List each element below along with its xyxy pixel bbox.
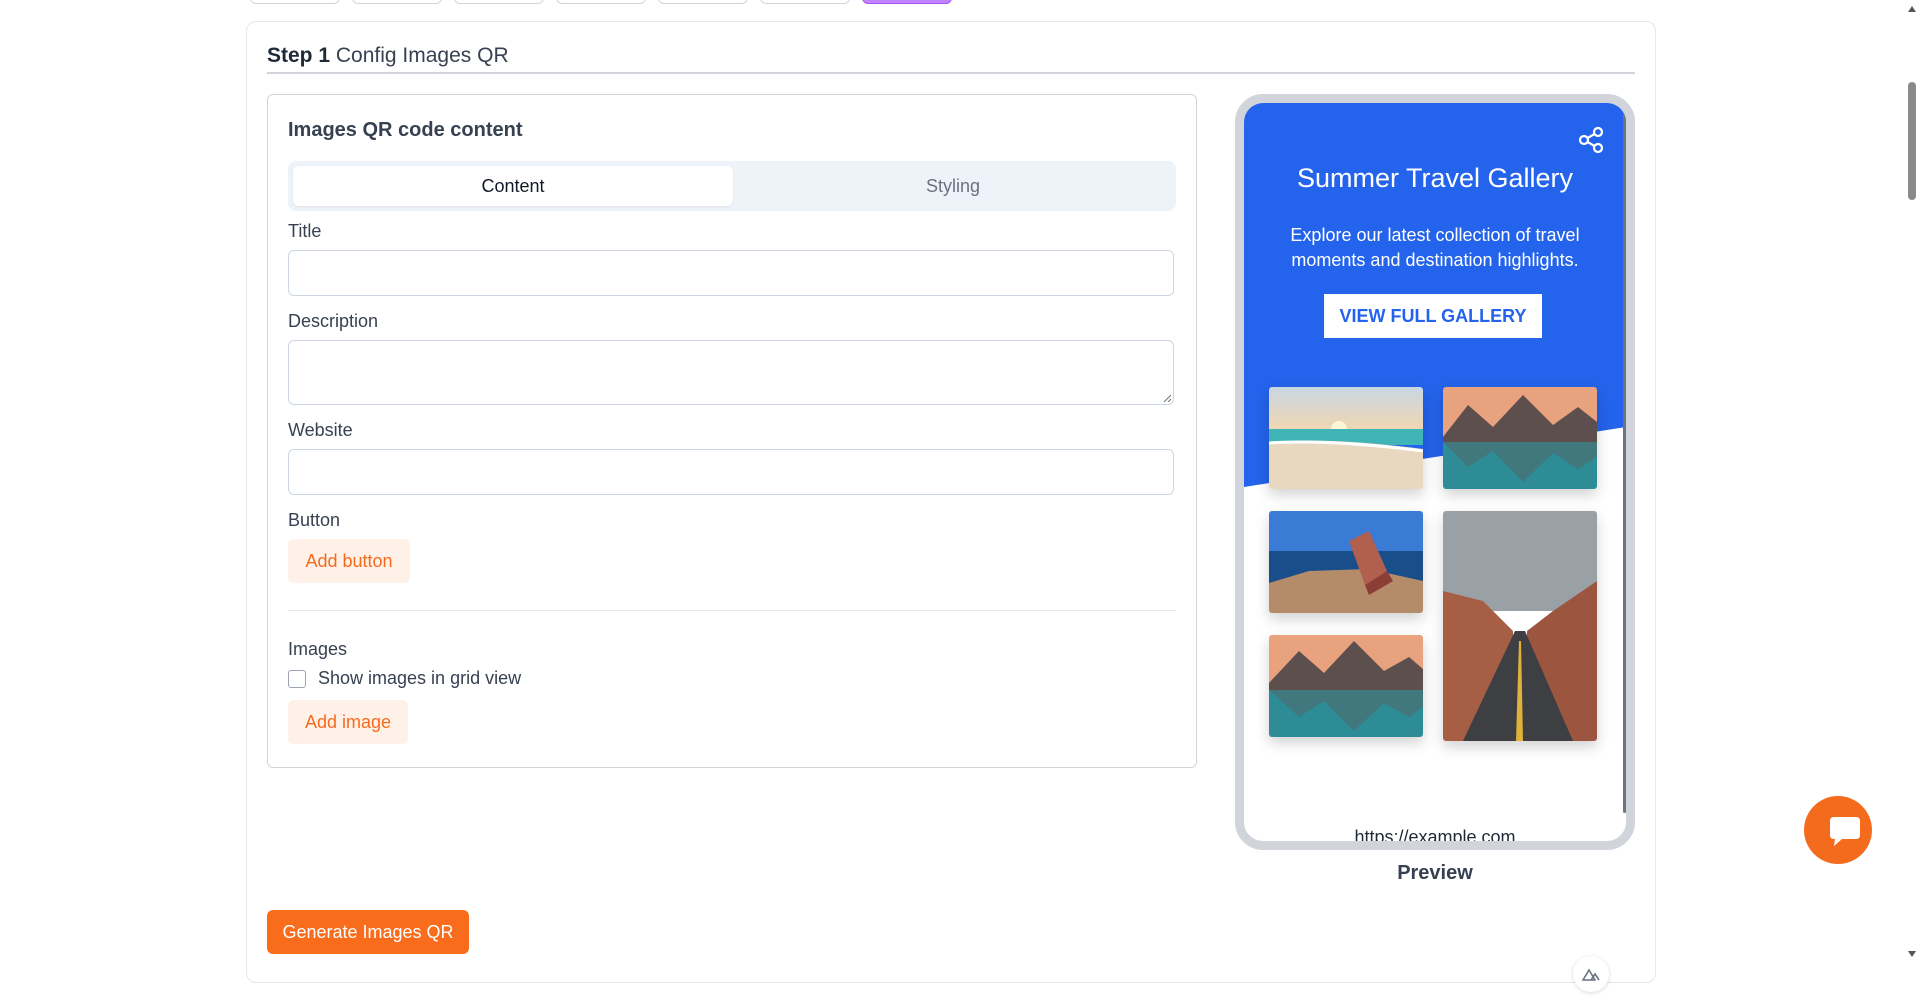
- add-image-button[interactable]: Add image: [288, 700, 408, 744]
- description-textarea[interactable]: [288, 340, 1174, 405]
- title-input[interactable]: [288, 250, 1174, 296]
- add-button-button[interactable]: Add button: [288, 539, 410, 583]
- grid-view-checkbox[interactable]: [288, 670, 306, 688]
- preview-url[interactable]: https://example.com: [1244, 827, 1626, 841]
- top-tab-active[interactable]: [862, 0, 952, 4]
- top-tab[interactable]: [454, 0, 544, 4]
- top-tab[interactable]: [250, 0, 340, 4]
- button-section-label: Button: [288, 510, 341, 530]
- section-divider: [288, 610, 1176, 611]
- page-scrollbar[interactable]: [1904, 0, 1920, 963]
- scrollbar-thumb[interactable]: [1908, 82, 1916, 200]
- scroll-up-arrow-icon[interactable]: [1908, 6, 1916, 12]
- chat-icon: [1830, 817, 1860, 846]
- top-tab[interactable]: [556, 0, 646, 4]
- top-tab[interactable]: [658, 0, 748, 4]
- card-title: Images QR code content: [288, 119, 523, 141]
- preview-title: Summer Travel Gallery: [1296, 163, 1574, 193]
- content-card: Images QR code content Content Styling T…: [267, 94, 1197, 768]
- chat-button[interactable]: [1804, 796, 1872, 864]
- step-divider: [267, 72, 1635, 74]
- share-icon[interactable]: [1576, 125, 1606, 155]
- step-title: Config Images QR: [335, 44, 509, 67]
- images-section-label: Images: [288, 639, 348, 659]
- website-input[interactable]: [288, 449, 1174, 495]
- gallery-image-lake-2[interactable]: [1269, 635, 1423, 737]
- phone-preview: Summer Travel Gallery Explore our latest…: [1235, 94, 1635, 850]
- website-label: Website: [288, 420, 353, 440]
- gallery-image-beach[interactable]: [1269, 387, 1423, 489]
- description-label: Description: [288, 311, 379, 331]
- resize-grip-icon[interactable]: [1163, 394, 1171, 402]
- tab-content[interactable]: Content: [293, 166, 733, 206]
- preview-label: Preview: [1397, 862, 1473, 884]
- grid-view-checkbox-label: Show images in grid view: [318, 668, 522, 688]
- content-styling-tabs: Content Styling: [288, 161, 1176, 211]
- step-number: Step 1: [267, 44, 331, 67]
- tab-styling[interactable]: Styling: [733, 166, 1173, 206]
- gallery-image-road[interactable]: [1443, 511, 1597, 741]
- generate-images-qr-button[interactable]: Generate Images QR: [267, 910, 469, 954]
- gallery-image-coast[interactable]: [1269, 511, 1423, 613]
- gallery-image-lake[interactable]: [1443, 387, 1597, 489]
- step-heading: Step 1 Config Images QR: [267, 44, 509, 68]
- preview-description: Explore our latest collection of travel …: [1290, 225, 1580, 270]
- top-tab[interactable]: [352, 0, 442, 4]
- top-tab[interactable]: [760, 0, 850, 4]
- view-full-gallery-button[interactable]: VIEW FULL GALLERY: [1324, 294, 1542, 338]
- scroll-down-arrow-icon[interactable]: [1908, 951, 1916, 957]
- title-label: Title: [288, 221, 322, 241]
- loader-icon: [1573, 956, 1609, 992]
- top-tab-strip: [250, 0, 952, 4]
- preview-scrollbar[interactable]: [1623, 113, 1626, 813]
- main-card: Step 1 Config Images QR Images QR code c…: [246, 21, 1656, 992]
